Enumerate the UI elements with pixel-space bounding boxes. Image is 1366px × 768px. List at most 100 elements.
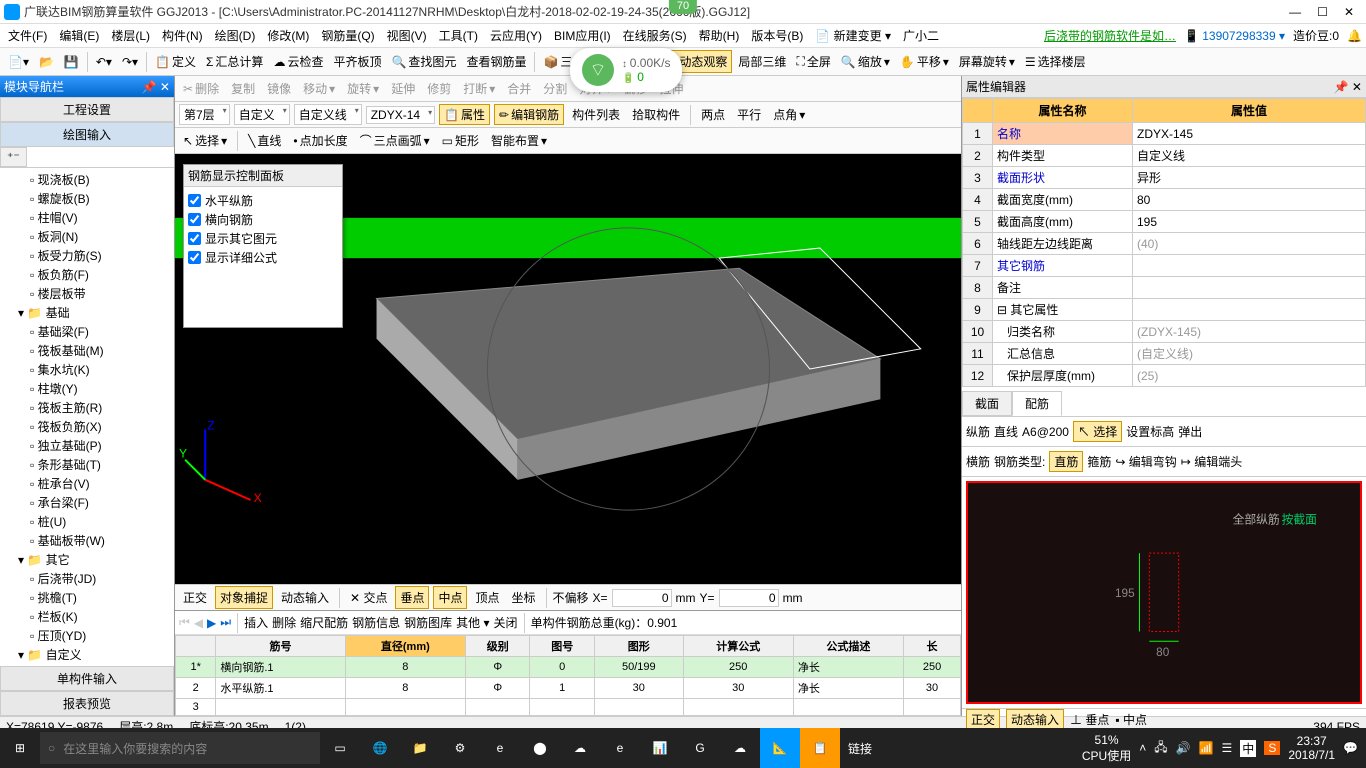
nav-prev[interactable]: ◀ [194, 616, 203, 630]
property-row[interactable]: 3截面形状异形 [963, 167, 1366, 189]
tree-node[interactable]: ▫ 筏板负筋(X) [2, 417, 172, 436]
select-floor-button[interactable]: ☰ 选择楼层 [1021, 51, 1090, 72]
tree-node[interactable]: ▫ 承台梁(F) [2, 493, 172, 512]
task-view[interactable]: ▭ [320, 728, 360, 768]
sec-dynamic[interactable]: 动态输入 [1006, 709, 1064, 730]
insert-row[interactable]: 插入 [244, 614, 268, 631]
property-row[interactable]: 10 归类名称(ZDYX-145) [963, 321, 1366, 343]
promo-link[interactable]: 后浇带的钢筋软件是如… [1044, 27, 1176, 44]
tree-node[interactable]: ▫ 柱帽(V) [2, 208, 172, 227]
arc-tool[interactable]: ⌒ 三点画弧 ▾ [356, 131, 434, 150]
copy-btn[interactable]: 复制 [227, 79, 259, 98]
property-row[interactable]: 8备注 [963, 277, 1366, 299]
menu-modify[interactable]: 修改(M) [263, 25, 313, 46]
tree-node[interactable]: ▾ 📁 自定义 [2, 645, 172, 664]
app-2[interactable]: 📁 [400, 728, 440, 768]
app-ie[interactable]: e [600, 728, 640, 768]
merge-btn[interactable]: 合并 [503, 79, 535, 98]
edit-end[interactable]: ↦ 编辑端头 [1181, 453, 1242, 470]
phone-number[interactable]: 📱 13907298339 ▾ [1184, 29, 1285, 43]
pick-button[interactable]: 拾取构件 [628, 105, 684, 124]
nav-last[interactable]: ⏭ [220, 615, 231, 630]
property-row[interactable]: 9⊟ 其它属性 [963, 299, 1366, 321]
sec-mid[interactable]: ▪ 中点 [1115, 711, 1147, 728]
property-row[interactable]: 1名称ZDYX-145 [963, 123, 1366, 145]
app-8[interactable]: ☁ [720, 728, 760, 768]
tree-node[interactable]: ▫ 筏板主筋(R) [2, 398, 172, 417]
sec-perp[interactable]: ⊥ 垂点 [1070, 711, 1109, 728]
cloud-check-button[interactable]: ☁ 云检查 [269, 51, 327, 72]
viewport-3d[interactable]: Z X Y 钢筋显示控制面板 水平纵筋 横向钢筋 显示其它图元 显示详细公式 [175, 154, 961, 584]
tree-node[interactable]: ▫ 螺旋板(B) [2, 189, 172, 208]
name-select[interactable]: ZDYX-14 [366, 106, 435, 124]
rebar-other[interactable]: 其他 ▾ [456, 614, 489, 631]
edit-hook[interactable]: ↪ 编辑弯钩 [1115, 453, 1176, 470]
offset-select[interactable]: 不偏移 [553, 589, 589, 606]
tray-vol[interactable]: 🔊 [1176, 741, 1191, 755]
tree-node[interactable]: ▫ 板洞(N) [2, 227, 172, 246]
rebar-library[interactable]: 钢筋图库 [404, 614, 452, 631]
app-10[interactable]: 📋 [800, 728, 840, 768]
tree-node[interactable]: ▫ 集水坑(K) [2, 360, 172, 379]
osnap-toggle[interactable]: 对象捕捉 [215, 586, 273, 609]
display-check[interactable]: 水平纵筋 [188, 191, 338, 210]
view-rebar-button[interactable]: 查看钢筋量 [462, 51, 530, 72]
local-3d-button[interactable]: 局部三维 [734, 51, 790, 72]
property-row[interactable]: 6轴线距左边线距离(40) [963, 233, 1366, 255]
floor-select[interactable]: 第7层 [179, 104, 230, 125]
ortho-toggle[interactable]: 正交 [179, 587, 211, 608]
report-section[interactable]: 报表预览 [0, 691, 174, 716]
link-label[interactable]: 链接 [840, 740, 880, 757]
category-select[interactable]: 自定义 [234, 104, 290, 125]
app-5[interactable]: ☁ [560, 728, 600, 768]
menu-tools[interactable]: 工具(T) [435, 25, 482, 46]
tree-node[interactable]: ▫ 后浇带(JD) [2, 569, 172, 588]
tree-node[interactable]: ▫ 板负筋(F) [2, 265, 172, 284]
property-row[interactable]: 4截面宽度(mm)80 [963, 189, 1366, 211]
calc-button[interactable]: Σ 汇总计算 [202, 51, 267, 72]
tray-ime2[interactable]: 中 [1240, 740, 1256, 757]
popup-btn[interactable]: 弹出 [1178, 423, 1202, 440]
tree-node[interactable]: ▫ 栏板(K) [2, 607, 172, 626]
rebar-row[interactable]: 2水平纵筋.18Φ13030净长30 [176, 678, 961, 699]
intersect-snap[interactable]: ✕ 交点 [346, 587, 391, 608]
property-row[interactable]: 12 保护层厚度(mm)(25) [963, 365, 1366, 387]
tree-node[interactable]: ▫ 桩(U) [2, 512, 172, 531]
tree-node[interactable]: ▫ 柱墩(Y) [2, 379, 172, 398]
coord-snap[interactable]: 坐标 [508, 587, 540, 608]
fullscreen-button[interactable]: ⛶ 全屏 [792, 51, 834, 72]
menu-draw[interactable]: 绘图(D) [211, 25, 260, 46]
type-select[interactable]: 自定义线 [294, 104, 362, 125]
mirror-btn[interactable]: 镜像 [263, 79, 295, 98]
two-point-button[interactable]: 两点 [697, 105, 729, 124]
point-length-tool[interactable]: • 点加长度 [289, 131, 351, 150]
menu-online[interactable]: 在线服务(S) [619, 25, 691, 46]
app-4[interactable]: ⬤ [520, 728, 560, 768]
pan-button[interactable]: ✋ 平移 ▾ [896, 51, 953, 72]
display-check[interactable]: 显示其它图元 [188, 229, 338, 248]
action-center[interactable]: 💬 [1343, 741, 1358, 755]
menu-file[interactable]: 文件(F) [4, 25, 51, 46]
nav-next[interactable]: ▶ [207, 616, 216, 630]
tree-node[interactable]: ▫ 板受力筋(S) [2, 246, 172, 265]
set-elevation[interactable]: 设置标高 [1126, 423, 1174, 440]
vertex-snap[interactable]: 顶点 [471, 587, 503, 608]
tray-blue[interactable]: 📶 [1199, 741, 1214, 755]
zoom-button[interactable]: 🔍 缩放 ▾ [837, 51, 894, 72]
extend-btn[interactable]: 延伸 [387, 79, 419, 98]
point-angle-button[interactable]: 点角 ▾ [769, 105, 809, 124]
close-button[interactable]: ✕ [1344, 5, 1354, 19]
open-button[interactable]: 📂 [35, 53, 58, 71]
find-button[interactable]: 🔍 查找图元 [387, 51, 460, 72]
menu-cloud[interactable]: 云应用(Y) [486, 25, 546, 46]
straight-type[interactable]: 直筋 [1049, 451, 1083, 472]
menu-bim[interactable]: BIM应用(I) [550, 25, 615, 46]
tree-node[interactable]: ▫ 条形基础(T) [2, 455, 172, 474]
dynamic-input-toggle[interactable]: 动态输入 [277, 587, 333, 608]
break-btn[interactable]: 打断 ▾ [459, 79, 499, 98]
menu-floor[interactable]: 楼层(L) [107, 25, 154, 46]
minimize-button[interactable]: — [1289, 5, 1301, 19]
rebar-row[interactable]: 1*横向钢筋.18Φ050/199250净长250 [176, 657, 961, 678]
tree-tab[interactable]: ⁺⁻ [0, 147, 27, 167]
tree-node[interactable]: ▫ 基础板带(W) [2, 531, 172, 550]
